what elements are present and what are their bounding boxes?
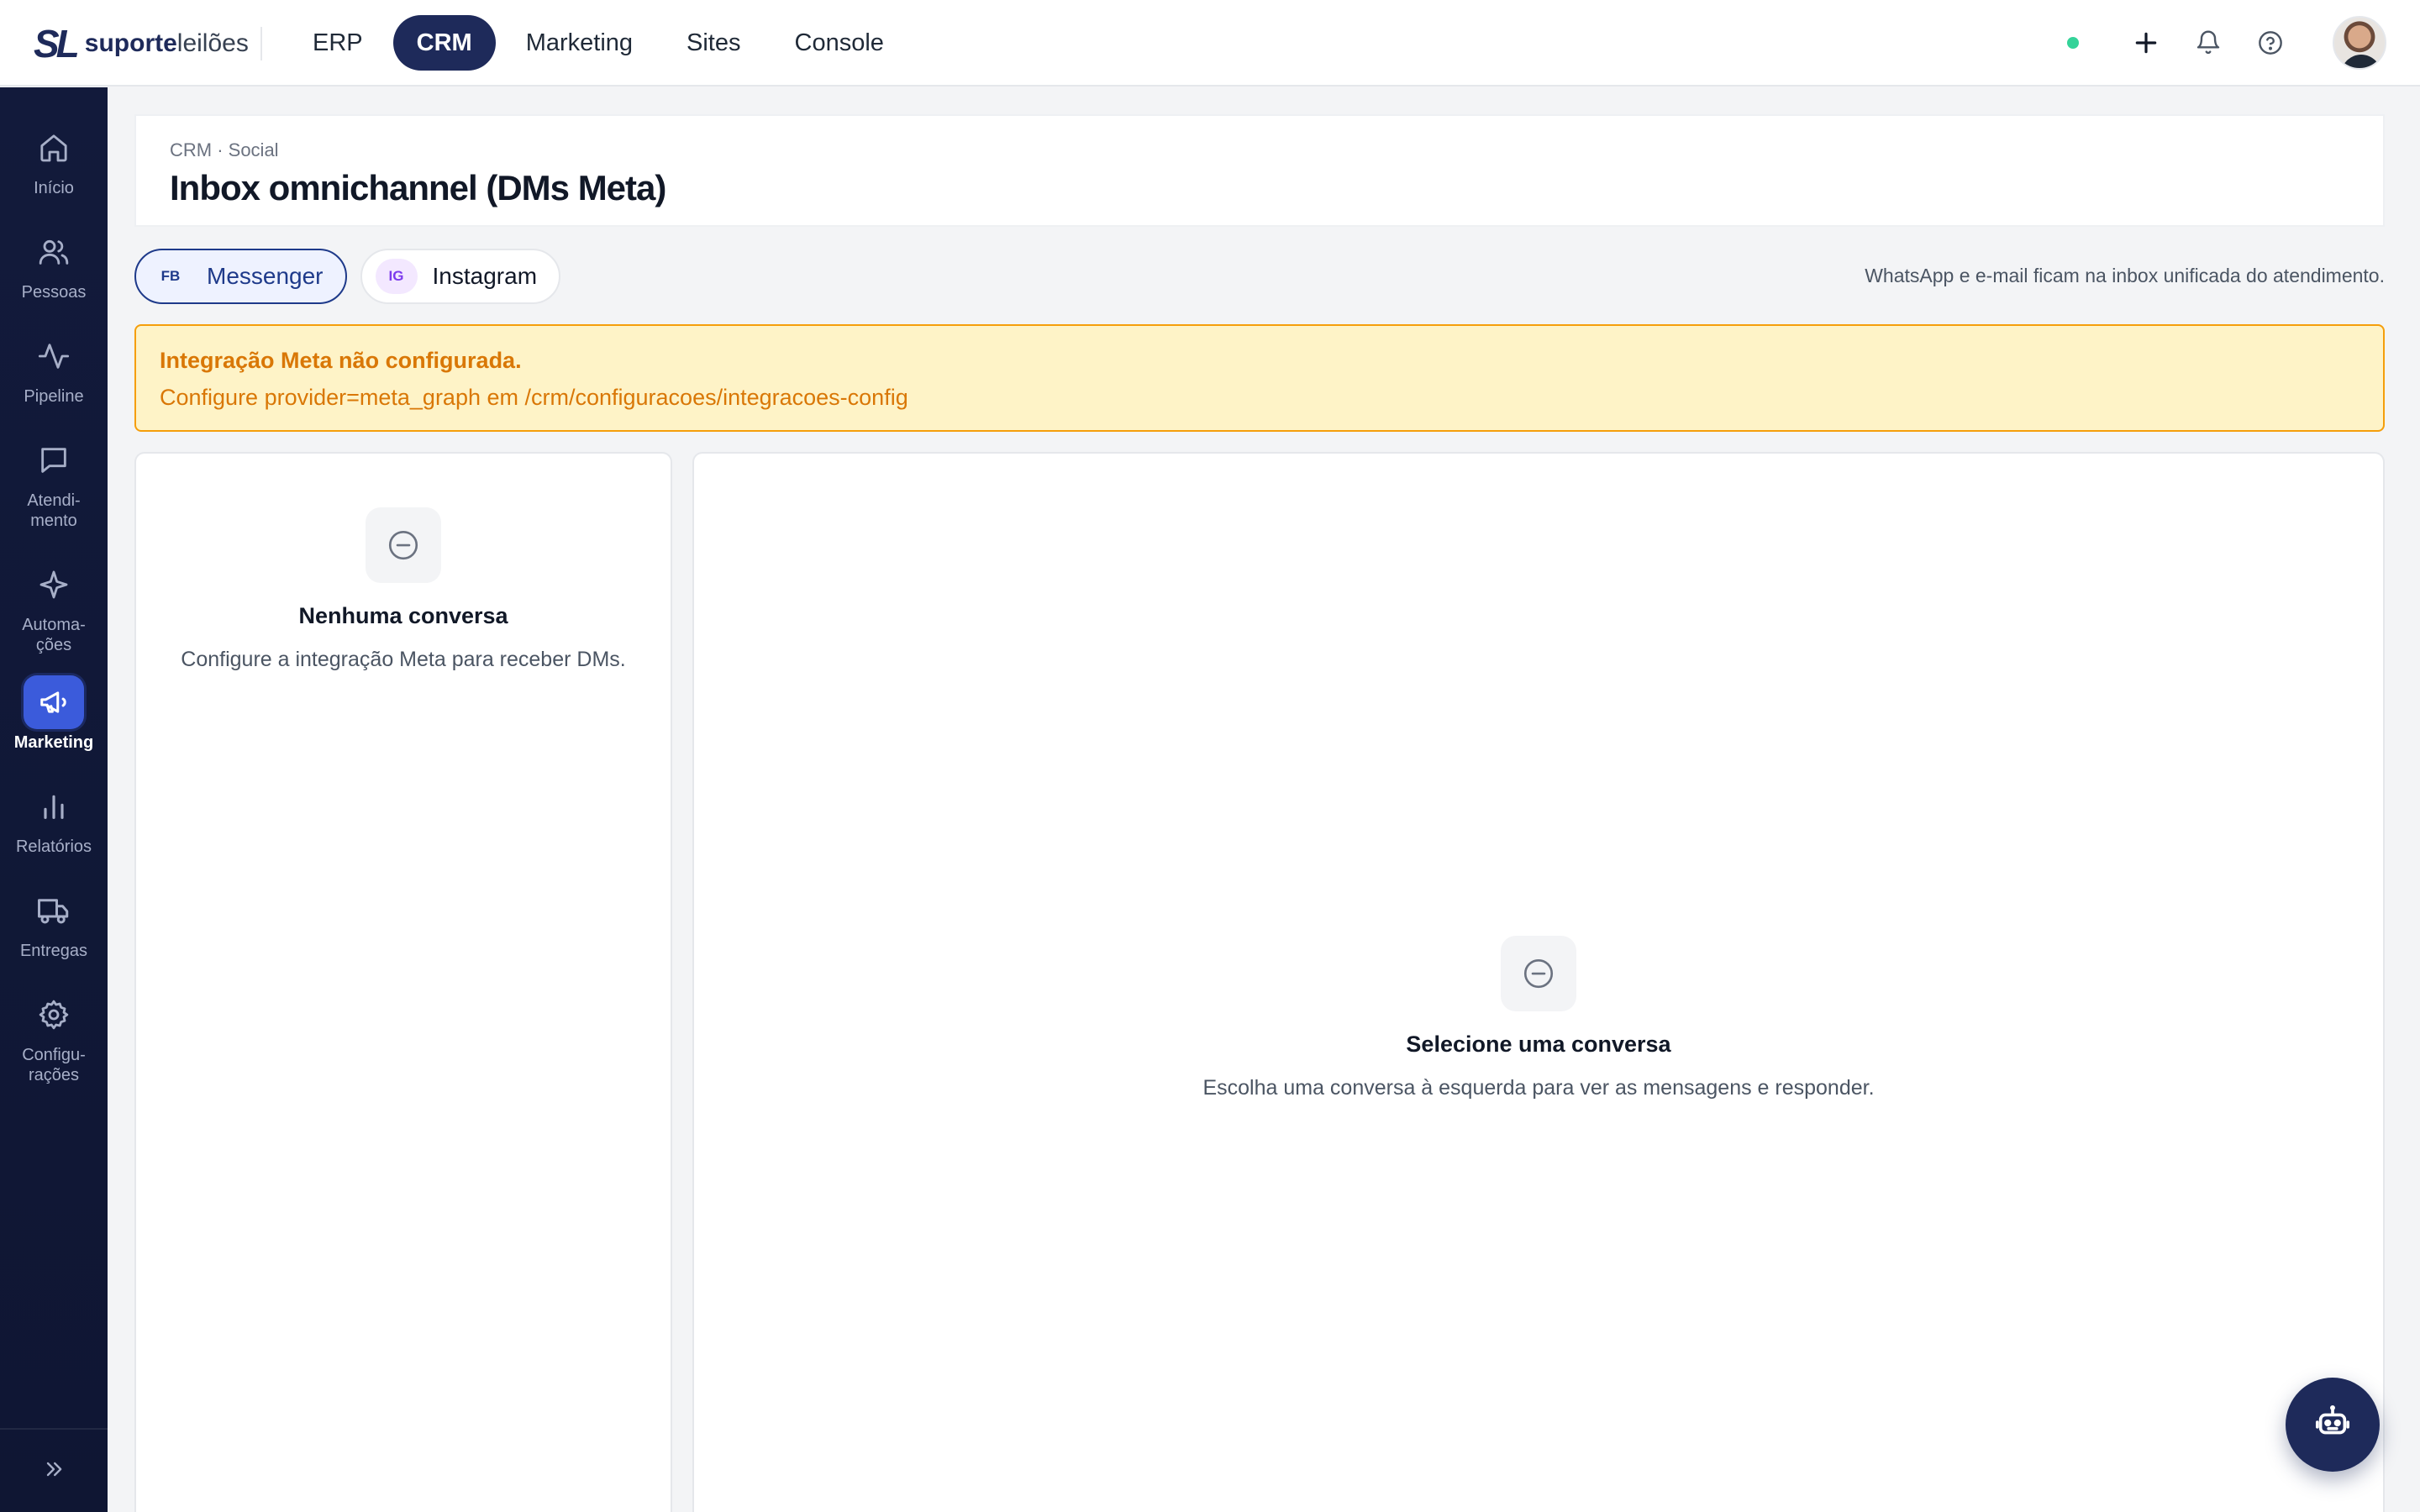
channel-tabs: FB Messenger IG Instagram [134, 249, 561, 304]
users-icon [24, 225, 84, 279]
assistant-bot-button[interactable] [2286, 1378, 2380, 1472]
breadcrumb[interactable]: CRM · Social [170, 139, 279, 161]
sidebar-item-pipeline[interactable]: Pipeline [0, 329, 108, 407]
sidebar-item-relatorios[interactable]: Relatórios [0, 780, 108, 857]
logo-divider [260, 27, 262, 60]
top-actions [2067, 15, 2386, 71]
tab-instagram[interactable]: IG Instagram [360, 249, 561, 304]
alert-title: Integração Meta não configurada. [160, 348, 522, 373]
empty-text: Escolha uma conversa à esquerda para ver… [1202, 1076, 1875, 1100]
sidebar-item-label: Entregas [19, 942, 88, 960]
empty-title: Nenhuma conversa [298, 603, 508, 628]
chevrons-right-icon [42, 1457, 66, 1485]
plus-icon[interactable] [2128, 24, 2165, 61]
conversation-list-empty-state: Nenhuma conversa Configure a integração … [136, 507, 671, 672]
megaphone-icon [24, 675, 84, 729]
sidebar-item-label: Relatórios [15, 837, 92, 856]
brand-logo[interactable]: SL suporteleilões [34, 24, 249, 64]
brand-name: suporteleilões [84, 29, 249, 57]
minus-circle-icon [1501, 936, 1576, 1011]
topnav-console[interactable]: Console [771, 15, 908, 71]
channel-note: WhatsApp e e-mail ficam na inbox unifica… [1865, 265, 2385, 286]
facebook-badge: FB [160, 268, 181, 284]
tab-label: Messenger [207, 263, 324, 289]
sidebar-item-pessoas[interactable]: Pessoas [0, 225, 108, 302]
bell-icon[interactable] [2190, 24, 2227, 61]
empty-text: Configure a integração Meta para receber… [181, 648, 626, 671]
sidebar-item-label: Início [34, 179, 74, 197]
activity-icon [24, 329, 84, 383]
empty-title: Selecione uma conversa [1406, 1032, 1671, 1057]
user-avatar[interactable] [2333, 16, 2386, 70]
help-icon[interactable] [2252, 24, 2289, 61]
sidebar-item-label: Pipeline [24, 387, 84, 406]
sidebar-item-configuracoes[interactable]: Configu- rações [0, 988, 108, 1085]
topnav-marketing[interactable]: Marketing [502, 15, 656, 71]
status-online-icon [2067, 37, 2079, 49]
sidebar: Início Pessoas Pipeline Atendi- mento Au… [0, 87, 108, 1512]
sidebar-item-marketing[interactable]: Marketing [0, 675, 108, 753]
sidebar-item-label: Pessoas [21, 283, 87, 302]
sidebar-item-automacoes[interactable]: Automa- ções [0, 558, 108, 655]
sidebar-item-label: Marketing [13, 733, 94, 752]
sidebar-collapse-button[interactable] [0, 1428, 108, 1512]
tab-messenger[interactable]: FB Messenger [134, 249, 347, 304]
sidebar-item-label: Automa- ções [22, 616, 86, 654]
sidebar-item-inicio[interactable]: Início [0, 121, 108, 198]
sparkle-icon [24, 558, 84, 612]
top-nav: ERP CRM Marketing Sites Console [289, 15, 908, 71]
integration-warning-alert: Integração Meta não configurada. Configu… [134, 324, 2385, 432]
page-title: Inbox omnichannel (DMs Meta) [170, 168, 666, 207]
sidebar-item-atendimento[interactable]: Atendi- mento [0, 433, 108, 531]
gear-icon [24, 988, 84, 1042]
instagram-badge: IG [375, 259, 418, 294]
tab-label: Instagram [432, 263, 538, 289]
minus-circle-icon [366, 507, 441, 583]
topnav-sites[interactable]: Sites [663, 15, 764, 71]
chat-icon [24, 433, 84, 487]
page-header: CRM · Social Inbox omnichannel (DMs Meta… [134, 114, 2385, 227]
topnav-erp[interactable]: ERP [289, 15, 387, 71]
sidebar-item-entregas[interactable]: Entregas [0, 884, 108, 961]
truck-icon [24, 884, 84, 937]
sidebar-item-label: Configu- rações [22, 1046, 86, 1084]
alert-text: Configure provider=meta_graph em /crm/co… [160, 385, 908, 410]
home-icon [24, 121, 84, 175]
topnav-crm[interactable]: CRM [392, 15, 496, 71]
brand-mark: SL [34, 22, 80, 66]
conversation-view-panel: Selecione uma conversa Escolha uma conve… [692, 452, 2385, 1512]
top-bar: SL suporteleilões ERP CRM Marketing Site… [0, 0, 2420, 87]
conversation-view-empty-state: Selecione uma conversa Escolha uma conve… [694, 936, 2383, 1100]
bot-icon [2313, 1404, 2352, 1446]
bar-chart-icon [24, 780, 84, 833]
conversation-list-panel: Nenhuma conversa Configure a integração … [134, 452, 672, 1512]
sidebar-item-label: Atendi- mento [27, 491, 81, 530]
